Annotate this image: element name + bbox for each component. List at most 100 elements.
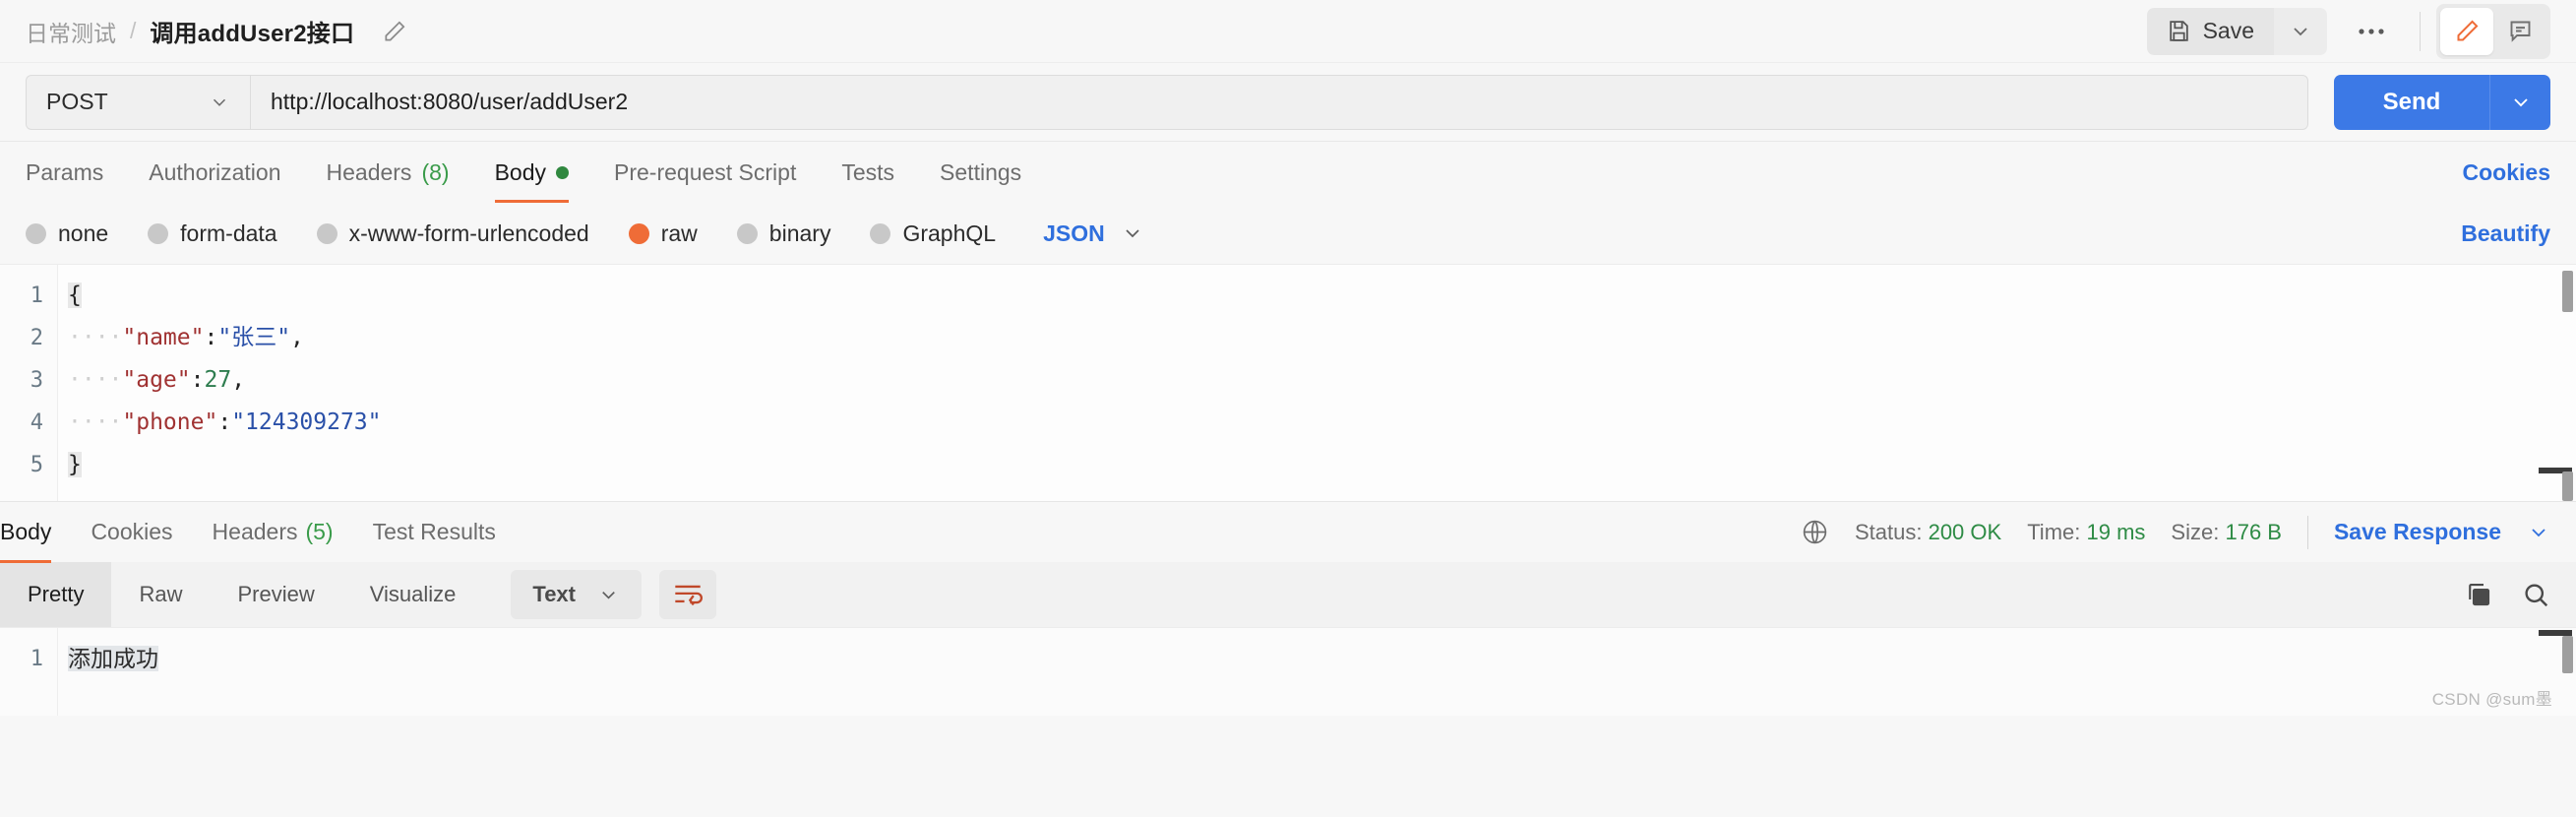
- meta-divider: [2306, 515, 2308, 549]
- json-colon: :: [190, 367, 205, 393]
- chevron-down-icon: [597, 584, 620, 606]
- body-type-graphql[interactable]: GraphQL: [870, 220, 996, 247]
- line-number: 1: [30, 647, 43, 671]
- response-text: 添加成功: [68, 646, 158, 671]
- globe-icon: [1801, 518, 1829, 546]
- json-open-brace: {: [68, 283, 82, 308]
- size-group: Size: 176 B: [2171, 520, 2282, 545]
- chevron-down-icon: [1121, 221, 1144, 245]
- request-body-editor[interactable]: 1 2 3 4 5 { ····"name":"张三", ····"age":2…: [0, 264, 2576, 501]
- response-view-pretty[interactable]: Pretty: [0, 562, 112, 627]
- response-view-visualize[interactable]: Visualize: [342, 562, 484, 627]
- scrollbar-thumb[interactable]: [2562, 636, 2573, 673]
- response-tab-headers-label: Headers: [212, 519, 298, 544]
- send-button[interactable]: Send: [2334, 74, 2489, 130]
- chevron-down-icon: [2289, 20, 2312, 43]
- json-string-value: "124309273": [231, 409, 382, 435]
- radio-selected-icon: [628, 222, 649, 244]
- radio-icon: [148, 222, 169, 244]
- body-type-raw[interactable]: raw: [628, 220, 698, 247]
- response-tabs: Body Cookies Headers (5) Test Results St…: [0, 501, 2576, 563]
- request-body-code[interactable]: { ····"name":"张三", ····"age":27, ····"ph…: [57, 265, 2576, 501]
- send-dropdown-button[interactable]: [2489, 74, 2550, 130]
- code-line-3: ····"age":27,: [68, 359, 2576, 402]
- body-type-raw-label: raw: [660, 220, 698, 246]
- beautify-link[interactable]: Beautify: [2461, 220, 2550, 246]
- save-button[interactable]: Save: [2146, 7, 2274, 55]
- response-body-code[interactable]: 添加成功: [57, 628, 2576, 716]
- search-icon[interactable]: [2521, 580, 2550, 609]
- tab-headers-label: Headers: [326, 158, 412, 185]
- response-gutter: 1: [0, 628, 57, 716]
- cookies-link-wrap: Cookies: [2463, 159, 2550, 186]
- word-wrap-icon: [673, 582, 703, 607]
- indent-dots: ····: [68, 409, 123, 435]
- time-group: Time: 19 ms: [2027, 520, 2145, 545]
- tab-body[interactable]: Body: [494, 142, 570, 203]
- tab-tests[interactable]: Tests: [841, 142, 894, 203]
- tab-authorization[interactable]: Authorization: [149, 142, 280, 203]
- body-type-form-data[interactable]: form-data: [148, 220, 277, 247]
- http-method-label: POST: [46, 89, 108, 114]
- breadcrumb-request-name[interactable]: 调用addUser2接口: [150, 14, 354, 48]
- header-actions: Save: [2146, 3, 2550, 59]
- body-type-none-label: none: [58, 220, 109, 246]
- body-type-urlencoded[interactable]: x-www-form-urlencoded: [316, 220, 589, 247]
- response-format-select[interactable]: Text: [511, 570, 642, 619]
- tab-params[interactable]: Params: [26, 142, 103, 203]
- json-close-brace: }: [68, 452, 82, 477]
- code-line-2: ····"name":"张三",: [68, 317, 2576, 359]
- scrollbar-thumb[interactable]: [2562, 271, 2573, 312]
- response-tab-test-results[interactable]: Test Results: [373, 502, 496, 563]
- chevron-down-icon: [209, 92, 230, 113]
- body-type-none[interactable]: none: [26, 220, 108, 247]
- response-scrollbar[interactable]: [2539, 628, 2576, 716]
- ellipsis-icon: [2357, 26, 2386, 37]
- comments-button[interactable]: [2493, 8, 2546, 55]
- word-wrap-button[interactable]: [659, 570, 716, 619]
- response-headers-count: (5): [305, 519, 334, 544]
- response-tab-headers[interactable]: Headers (5): [213, 502, 334, 563]
- json-comma: ,: [290, 325, 304, 350]
- save-response-button[interactable]: Save Response: [2334, 519, 2501, 545]
- scrollbar-thumb-lower[interactable]: [2562, 471, 2573, 501]
- status-value: 200 OK: [1928, 519, 2002, 544]
- chevron-down-icon: [2509, 91, 2533, 114]
- tab-pre-request-script[interactable]: Pre-request Script: [614, 142, 796, 203]
- response-format-label: Text: [532, 582, 576, 606]
- rename-pencil-icon[interactable]: [382, 19, 407, 44]
- url-input[interactable]: http://localhost:8080/user/addUser2: [250, 74, 2308, 130]
- tab-settings-label: Settings: [940, 158, 1022, 185]
- cookies-link[interactable]: Cookies: [2463, 159, 2550, 185]
- request-tabs: Params Authorization Headers (8) Body Pr…: [0, 142, 2576, 203]
- request-editor-scrollbar[interactable]: [2539, 265, 2576, 501]
- tab-headers[interactable]: Headers (8): [327, 142, 450, 203]
- tab-pre-request-script-label: Pre-request Script: [614, 158, 797, 185]
- tab-settings[interactable]: Settings: [940, 142, 1021, 203]
- body-type-row: none form-data x-www-form-urlencoded raw…: [0, 203, 2576, 264]
- body-format-select[interactable]: JSON: [1043, 220, 1144, 247]
- postman-window: 日常测试 / 调用addUser2接口 Save POST http://loc…: [0, 0, 2576, 817]
- http-method-select[interactable]: POST: [26, 74, 250, 130]
- response-view-raw[interactable]: Raw: [111, 562, 210, 627]
- chevron-down-icon[interactable]: [2527, 521, 2550, 544]
- response-view-preview[interactable]: Preview: [210, 562, 341, 627]
- response-tab-body[interactable]: Body: [0, 502, 52, 563]
- save-dropdown-button[interactable]: [2274, 7, 2327, 55]
- response-meta: Status: 200 OK Time: 19 ms Size: 176 B S…: [1801, 515, 2576, 549]
- indent-dots: ····: [68, 325, 123, 350]
- breadcrumb-separator: /: [130, 18, 137, 43]
- breadcrumb-collection[interactable]: 日常测试: [26, 15, 116, 48]
- line-number: 5: [30, 453, 43, 477]
- more-options-button[interactable]: [2339, 8, 2404, 55]
- body-filled-dot-icon: [556, 165, 569, 179]
- breadcrumb: 日常测试 / 调用addUser2接口: [26, 14, 407, 48]
- radio-icon: [736, 222, 758, 244]
- response-body-viewer[interactable]: 1 添加成功 CSDN @sum墨: [0, 627, 2576, 716]
- response-tab-cookies[interactable]: Cookies: [91, 502, 172, 563]
- copy-icon[interactable]: [2464, 580, 2493, 609]
- edit-mode-button[interactable]: [2440, 7, 2493, 55]
- response-tab-body-label: Body: [0, 519, 52, 544]
- line-number: 1: [30, 283, 43, 308]
- body-type-binary[interactable]: binary: [736, 220, 830, 247]
